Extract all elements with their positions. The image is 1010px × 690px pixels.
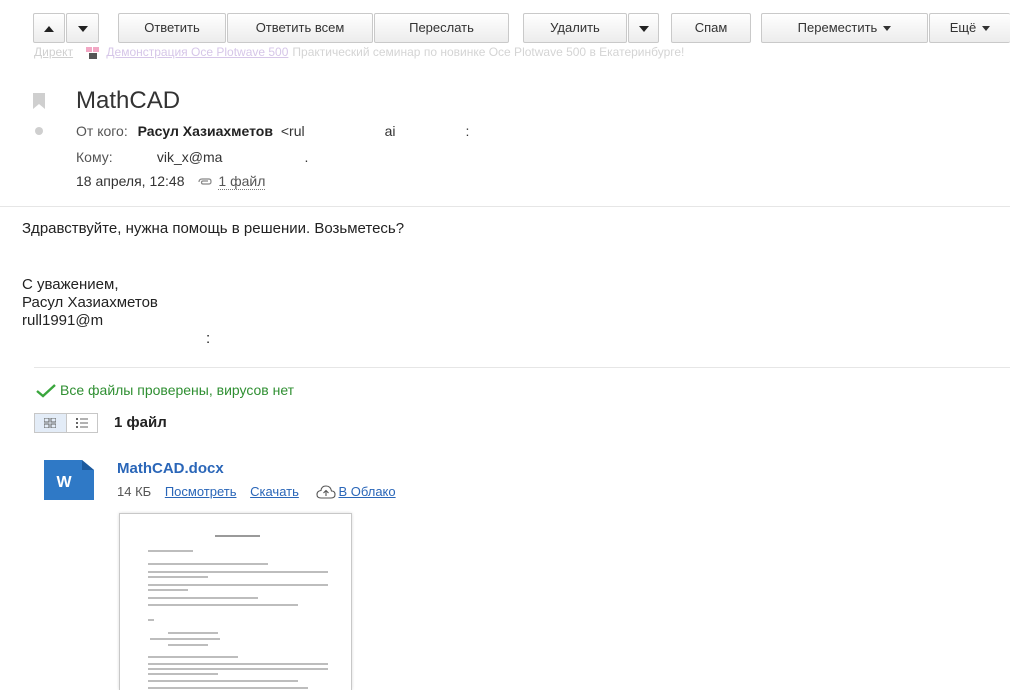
preview-line: [148, 604, 298, 606]
preview-line: [148, 680, 298, 682]
more-button[interactable]: Ещё: [929, 13, 1010, 43]
preview-line: [148, 687, 308, 689]
ad-logo-icon: [86, 46, 100, 59]
attachments-count: 1 файл: [114, 414, 167, 431]
grid-view-icon: [44, 418, 57, 428]
checkmark-icon: [36, 384, 56, 398]
preview-line: [168, 644, 208, 646]
signature-line-1: С уважением,: [22, 276, 119, 293]
from-row: От кого: Расул Хазиахметов <rul ai:: [76, 122, 469, 140]
delete-dropdown-button[interactable]: [628, 13, 659, 43]
attachments-view-toggle: [34, 413, 98, 433]
from-label: От кого:: [76, 123, 128, 139]
preview-line: [148, 584, 328, 586]
list-view-button[interactable]: [65, 414, 98, 432]
signature-email-end: :: [206, 330, 211, 347]
chevron-down-icon: [982, 26, 991, 32]
message-date: 18 апреля, 12:48: [76, 173, 185, 189]
signature-line-2: Расул Хазиахметов: [22, 294, 158, 311]
preview-line: [148, 563, 268, 565]
chevron-down-icon: [638, 25, 649, 32]
body-greeting: Здравствуйте, нужна помощь в решении. Во…: [22, 220, 405, 237]
more-button-label: Ещё: [949, 20, 977, 35]
word-icon-letter: W: [56, 474, 72, 491]
ad-link[interactable]: Демонстрация Oce Plotwave 500: [106, 45, 288, 59]
ad-text: Практический семинар по новинке Oce Plot…: [292, 45, 685, 59]
recipient-address-end: .: [304, 149, 309, 165]
virus-check-status: Все файлы проверены, вирусов нет: [36, 381, 294, 399]
preview-line: [148, 576, 208, 578]
move-button-label: Переместить: [797, 20, 878, 35]
recipient-address[interactable]: vik_x@ma: [157, 149, 223, 165]
virus-check-text: Все файлы проверены, вирусов нет: [60, 382, 295, 398]
preview-line: [168, 632, 218, 634]
chevron-down-icon: [883, 26, 892, 32]
next-message-button[interactable]: [66, 13, 99, 43]
signature-email-text[interactable]: rull1991@m: [22, 312, 103, 329]
save-to-cloud-link[interactable]: В Облако: [338, 484, 395, 499]
arrow-down-icon: [77, 25, 88, 32]
preview-line: [148, 589, 188, 591]
date-row: 18 апреля, 12:48 1 файл: [76, 172, 266, 190]
grid-view-button[interactable]: [35, 414, 66, 432]
view-attachment-link[interactable]: Посмотреть: [165, 484, 237, 499]
paperclip-icon: [198, 178, 212, 185]
message-subject: MathCAD: [76, 87, 181, 114]
move-button[interactable]: Переместить: [761, 13, 928, 43]
preview-line: [148, 668, 328, 670]
flag-icon[interactable]: [33, 93, 45, 109]
preview-line: [148, 550, 193, 552]
attachment-size: 14 КБ: [117, 484, 152, 499]
sender-address-start: <rul: [280, 123, 305, 139]
preview-line: [148, 673, 218, 675]
download-attachment-link[interactable]: Скачать: [250, 484, 299, 499]
previous-message-button[interactable]: [33, 13, 65, 43]
preview-line: [148, 619, 154, 621]
cloud-upload-icon[interactable]: [316, 485, 337, 499]
to-row: Кому: vik_x@ma.: [76, 148, 308, 166]
forward-button[interactable]: Переслать: [374, 13, 509, 43]
sender-address-end: :: [465, 123, 470, 139]
preview-line: [148, 597, 258, 599]
read-status-dot[interactable]: [35, 127, 43, 135]
attachment-preview-thumbnail[interactable]: [119, 513, 352, 690]
list-view-icon: [75, 418, 88, 428]
attachment-actions: 14 КБ Посмотреть Скачать В Облако: [117, 484, 396, 500]
header-divider: [0, 206, 1010, 207]
attachment-count-link[interactable]: 1 файл: [218, 173, 266, 190]
message-toolbar: Ответить Ответить всем Переслать Удалить…: [0, 0, 1010, 50]
spam-button[interactable]: Спам: [671, 13, 751, 43]
reply-button[interactable]: Ответить: [118, 13, 226, 43]
ad-banner[interactable]: Директ Демонстрация Oce Plotwave 500 Прак…: [34, 44, 1010, 60]
preview-line: [215, 535, 260, 537]
ad-direct-label[interactable]: Директ: [34, 45, 73, 59]
body-divider: [34, 367, 1010, 368]
to-label: Кому:: [76, 149, 113, 165]
preview-line: [148, 571, 328, 573]
signature-email: rull1991@m: [22, 312, 103, 330]
word-document-icon[interactable]: W: [44, 460, 94, 500]
preview-line: [148, 656, 238, 658]
preview-line: [150, 638, 220, 640]
delete-button[interactable]: Удалить: [523, 13, 627, 43]
sender-address-mid: ai: [384, 123, 396, 139]
attachment-filename[interactable]: MathCAD.docx: [117, 460, 224, 478]
reply-all-button[interactable]: Ответить всем: [227, 13, 373, 43]
preview-line: [148, 663, 328, 665]
arrow-up-icon: [44, 25, 54, 32]
sender-name[interactable]: Расул Хазиахметов: [138, 123, 273, 139]
